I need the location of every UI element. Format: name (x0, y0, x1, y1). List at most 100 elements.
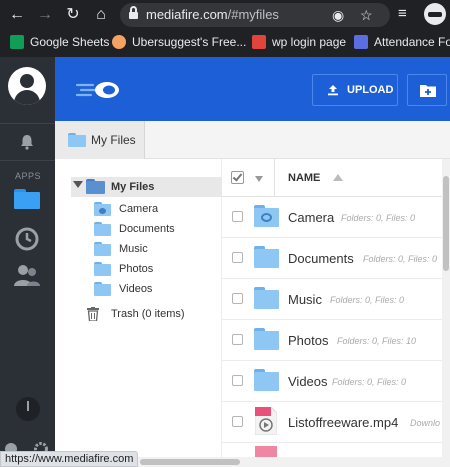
folder-icon (254, 328, 279, 350)
row-checkbox[interactable] (232, 416, 243, 427)
camera-folder-icon (254, 205, 279, 227)
tree-root-my-files[interactable]: My Files (71, 177, 222, 197)
upload-icon (328, 85, 338, 96)
tree-item-photos[interactable]: Photos (94, 260, 214, 279)
folder-icon (94, 262, 111, 276)
row-name: Photos (288, 333, 329, 348)
reload-icon[interactable]: ↻ (62, 6, 84, 24)
row-name: Documents (288, 251, 354, 266)
new-folder-icon (420, 85, 436, 97)
ubersuggest-icon (112, 35, 126, 49)
storage-gauge-icon[interactable] (16, 397, 40, 421)
file-icon-partial (255, 446, 277, 457)
tree-item-documents[interactable]: Documents (94, 220, 214, 239)
video-file-icon (255, 407, 277, 435)
status-url-bar: https://www.mediafire.com (0, 451, 139, 467)
folder-icon (94, 222, 111, 236)
bookmark-attendance-form[interactable]: Attendance Form (354, 33, 450, 51)
breadcrumb-my-files[interactable]: My Files (55, 121, 145, 159)
url-path: /#myfiles (227, 7, 279, 22)
folder-icon (94, 242, 111, 256)
tree-item-camera[interactable]: Camera (94, 200, 214, 219)
trash-icon (87, 307, 99, 321)
contacts-people-icon[interactable] (13, 263, 41, 287)
url-host: mediafire.com (146, 7, 228, 22)
divider (0, 123, 55, 124)
bell-icon[interactable] (18, 133, 36, 151)
user-avatar-icon[interactable] (8, 67, 46, 105)
row-name: Camera (288, 210, 335, 225)
browser-toolbar: ← → ↻ ⌂ mediafire.com/#myfiles ◉ ☆ ≡ Goo… (0, 0, 450, 57)
upload-button[interactable]: UPLOAD (312, 74, 398, 106)
trash-label: Trash (0 items) (111, 308, 185, 320)
folder-icon (68, 133, 86, 147)
column-header-name[interactable]: NAME (288, 172, 320, 184)
list-item[interactable]: Videos Folders: 0, Files: 0 (222, 361, 450, 402)
folder-icon (254, 287, 279, 309)
mediafire-header: UPLOAD (55, 57, 450, 121)
row-checkbox[interactable] (232, 252, 243, 263)
row-name: Music (288, 292, 322, 307)
tree-item-trash[interactable]: Trash (0 items) (87, 305, 217, 324)
bookmark-wp-login[interactable]: wp login page (252, 33, 346, 51)
list-item[interactable]: Music Folders: 0, Files: 0 (222, 279, 450, 320)
wp-login-icon (252, 35, 266, 49)
apps-label: APPS (15, 171, 42, 181)
row-checkbox[interactable] (232, 334, 243, 345)
row-name: Listoffreeware.mp4 (288, 415, 399, 430)
lock-icon (129, 6, 138, 19)
row-name: Videos (288, 374, 328, 389)
vertical-scroll-thumb[interactable] (443, 176, 449, 271)
folder-icon (94, 282, 111, 296)
bookmark-google-sheets[interactable]: Google Sheets (10, 33, 109, 51)
eye-slash-icon[interactable]: ◉ (332, 3, 344, 27)
media-controls-icon[interactable]: ≡ (398, 5, 407, 22)
column-divider (274, 159, 275, 197)
select-all-checkbox[interactable] (231, 171, 244, 184)
list-item[interactable]: Listoffreeware.mp4 Downlo (222, 402, 450, 443)
row-meta: Folders: 0, Files: 0 (363, 254, 438, 264)
star-icon[interactable]: ☆ (360, 3, 373, 27)
list-item[interactable]: Documents Folders: 0, Files: 0 (222, 238, 450, 279)
tree-root-label: My Files (111, 181, 155, 193)
tree-item-videos[interactable]: Videos (94, 280, 214, 299)
sort-ascending-icon[interactable] (333, 174, 343, 181)
folder-icon (254, 369, 279, 391)
folder-icon (254, 246, 279, 268)
breadcrumb-label: My Files (91, 133, 136, 147)
google-sheets-icon (10, 35, 24, 49)
upload-label: UPLOAD (347, 84, 394, 96)
folder-tree: My Files Camera Documents Music Photos V… (55, 159, 222, 459)
incognito-profile-icon[interactable] (424, 3, 446, 25)
row-checkbox[interactable] (232, 211, 243, 222)
new-folder-button[interactable] (407, 74, 447, 106)
row-checkbox[interactable] (232, 375, 243, 386)
row-meta: Folders: 0, Files: 10 (337, 336, 417, 346)
recent-clock-icon[interactable] (14, 226, 40, 252)
my-files-folder-icon[interactable] (14, 189, 40, 209)
row-meta: Folders: 0, Files: 0 (332, 377, 407, 387)
file-list-header: NAME (222, 159, 450, 197)
breadcrumb: My Files (55, 121, 450, 159)
row-checkbox[interactable] (232, 293, 243, 304)
back-arrow-icon[interactable]: ← (6, 6, 28, 24)
bookmark-ubersuggest[interactable]: Ubersuggest's Free... (112, 33, 246, 51)
select-dropdown-caret-icon[interactable] (255, 176, 263, 182)
row-meta: Folders: 0, Files: 0 (330, 295, 405, 305)
address-bar[interactable]: mediafire.com/#myfiles ◉ ☆ (120, 3, 390, 27)
horizontal-scroll-thumb[interactable] (140, 459, 240, 465)
folder-icon (86, 179, 105, 194)
forward-arrow-icon[interactable]: → (34, 6, 56, 24)
list-item[interactable]: Photos Folders: 0, Files: 10 (222, 320, 450, 361)
app-sidebar: APPS (0, 57, 55, 467)
tree-item-music[interactable]: Music (94, 240, 214, 259)
row-meta: Downlo (410, 418, 441, 428)
attendance-form-icon (354, 35, 368, 49)
camera-folder-icon (94, 202, 111, 216)
row-meta: Folders: 0, Files: 0 (341, 213, 416, 223)
list-item[interactable]: Camera Folders: 0, Files: 0 (222, 197, 450, 238)
mediafire-logo-icon[interactable] (75, 81, 121, 99)
divider (0, 160, 55, 161)
expand-caret-icon[interactable] (73, 181, 83, 188)
home-icon[interactable]: ⌂ (90, 6, 112, 24)
